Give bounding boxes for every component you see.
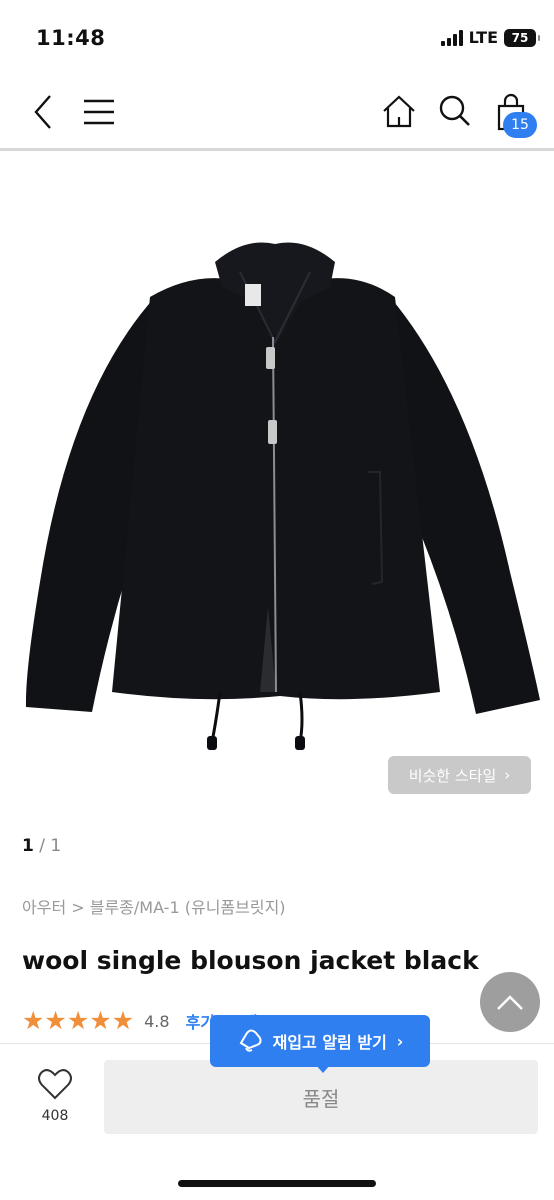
top-nav xyxy=(0,80,554,150)
like-count: 408 xyxy=(41,1108,69,1124)
network-label: LTE xyxy=(468,28,498,47)
scroll-top-button[interactable] xyxy=(480,972,540,1032)
cart-count-badge: 15 xyxy=(503,112,537,138)
pager-separator: / xyxy=(39,836,51,856)
nav-divider xyxy=(0,148,554,151)
star-icon: ★ xyxy=(66,1006,90,1035)
similar-style-label: 비슷한 스타일 xyxy=(408,766,497,785)
image-pager: 1 / 1 xyxy=(22,836,61,856)
home-icon[interactable] xyxy=(382,92,416,132)
restock-alert-label: 재입고 알림 받기 xyxy=(272,1033,387,1052)
status-bar: 11:48 LTE 75 xyxy=(0,0,554,80)
signal-icon xyxy=(440,29,463,46)
status-indicators: LTE 75 xyxy=(440,28,540,47)
status-time: 11:48 xyxy=(36,26,106,50)
chevron-right-icon: › xyxy=(504,766,511,784)
like-button[interactable]: 408 xyxy=(30,1068,80,1124)
pager-total: 1 xyxy=(50,836,62,856)
star-icon: ★ xyxy=(89,1006,112,1035)
similar-style-button[interactable]: 비슷한 스타일 › xyxy=(388,756,531,794)
home-indicator xyxy=(178,1180,376,1187)
star-icon: ★ xyxy=(22,1006,45,1035)
bell-icon xyxy=(239,1029,262,1052)
tooltip-pointer xyxy=(315,1064,331,1073)
pager-current: 1 xyxy=(22,836,34,856)
star-icon: ★ xyxy=(111,1006,135,1035)
rating-value: 4.8 xyxy=(144,1011,170,1031)
restock-alert-button[interactable]: 재입고 알림 받기 › xyxy=(210,1015,430,1067)
battery-icon: 75 xyxy=(504,28,540,47)
search-icon[interactable] xyxy=(438,92,472,132)
menu-icon[interactable] xyxy=(84,92,114,132)
breadcrumb[interactable]: 아우터 > 블루종/MA-1 (유니폼브릿지) xyxy=(22,894,286,918)
chevron-up-icon xyxy=(497,995,523,1010)
product-image[interactable] xyxy=(0,152,554,812)
back-icon[interactable] xyxy=(30,92,56,132)
heart-icon xyxy=(38,1069,72,1100)
chevron-right-icon: › xyxy=(396,1031,404,1051)
product-title: wool single blouson jacket black xyxy=(22,946,479,975)
star-icon: ★ xyxy=(44,1006,67,1035)
